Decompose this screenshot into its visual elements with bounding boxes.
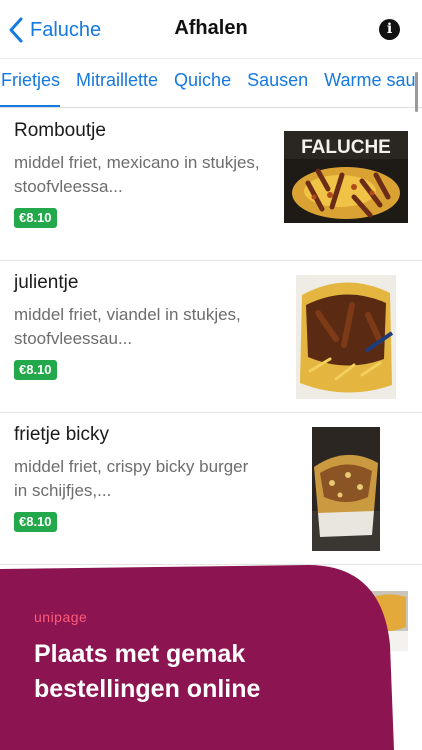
- unipage-logo: unipage: [34, 609, 88, 625]
- product-item-romboutje[interactable]: Romboutje middel friet, mexicano in stuk…: [0, 109, 422, 261]
- tab-sausen[interactable]: Sausen: [239, 70, 316, 91]
- product-item-frietje-bicky[interactable]: frietje bicky middel friet, crispy bicky…: [0, 413, 422, 565]
- image-brand-text: FALUCHE: [301, 137, 391, 158]
- tab-frietjes[interactable]: Frietjes: [0, 70, 68, 91]
- promo-headline: Plaats met gemak bestellingen online: [34, 640, 261, 703]
- product-description: middel friet, viandel in stukjes, stoofv…: [14, 305, 241, 348]
- promo-banner[interactable]: unipage Plaats met gemak bestellingen on…: [0, 565, 422, 750]
- tab-warme-sauzen[interactable]: Warme sau: [316, 70, 422, 91]
- product-name: frietje bicky: [14, 424, 110, 445]
- tab-quiche[interactable]: Quiche: [166, 70, 239, 91]
- product-item-julientje[interactable]: julientje middel friet, viandel in stukj…: [0, 261, 422, 413]
- category-tabs: Frietjes Mitraillette Quiche Sausen Warm…: [0, 58, 422, 108]
- navigation-bar: Faluche Afhalen i: [0, 0, 422, 58]
- product-description: middel friet, crispy bicky burger in sch…: [14, 457, 249, 500]
- product-image: [312, 427, 380, 551]
- product-name: julientje: [14, 272, 79, 293]
- scrollbar[interactable]: [415, 72, 418, 112]
- product-image: [296, 275, 396, 399]
- product-list: Romboutje middel friet, mexicano in stuk…: [0, 109, 422, 565]
- product-description: middel friet, mexicano in stukjes, stoof…: [14, 153, 260, 196]
- product-name: Romboutje: [14, 120, 106, 141]
- active-tab-indicator: [0, 105, 60, 107]
- tab-row: Frietjes Mitraillette Quiche Sausen Warm…: [0, 70, 422, 91]
- tab-mitraillette[interactable]: Mitraillette: [68, 70, 166, 91]
- page-title: Afhalen: [174, 17, 248, 39]
- price-badge: €8.10: [14, 512, 57, 532]
- product-image: FALUCHE: [284, 131, 408, 223]
- price-badge: €8.10: [14, 208, 57, 228]
- price-badge: €8.10: [14, 360, 57, 380]
- info-icon[interactable]: i: [379, 19, 400, 40]
